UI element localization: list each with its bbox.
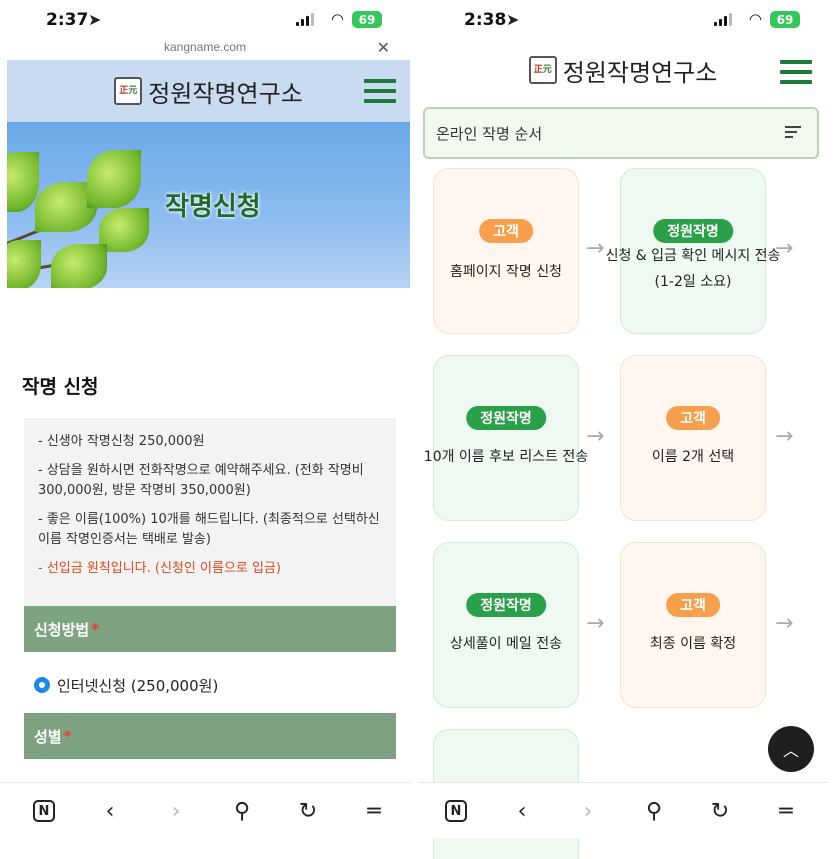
- notice-box: - 신생아 작명신청 250,000원 - 상담을 원하시면 전화작명으로 예약…: [24, 418, 396, 606]
- sort-icon[interactable]: [785, 123, 803, 141]
- close-icon[interactable]: ✕: [377, 38, 390, 57]
- menu-icon[interactable]: ═: [358, 795, 390, 827]
- forward-arrow-icon[interactable]: ›: [572, 795, 604, 827]
- arrow-right-icon: →: [775, 611, 794, 636]
- step-badge: 정원작명: [466, 593, 546, 617]
- left-screen: 2:37 ➤ ◠ 69 kangname.com ✕ 正元 정원작명연구소 작명…: [0, 0, 410, 859]
- notice-line: - 좋은 이름(100%) 10개를 해드립니다. (최종적으로 선택하신 이름…: [38, 512, 380, 547]
- back-arrow-icon[interactable]: ‹: [506, 795, 538, 827]
- step-badge: 고객: [666, 593, 720, 617]
- step-card: 고객 최종 이름 확정: [620, 542, 766, 708]
- step-text: 최종 이름 확정: [649, 636, 737, 652]
- method-label: 신청방법: [34, 620, 90, 639]
- leaf-decoration: [7, 152, 39, 212]
- status-time: 2:38: [464, 10, 507, 30]
- reload-icon[interactable]: ↻: [704, 795, 736, 827]
- wifi-icon: ◠: [330, 10, 344, 28]
- steps-header[interactable]: 온라인 작명 순서: [423, 107, 819, 159]
- required-mark: *: [63, 727, 72, 745]
- wifi-icon: ◠: [748, 10, 762, 28]
- notice-line: - 상담을 원하시면 전화작명으로 예약해주세요. (전화 작명비 300,00…: [38, 463, 364, 498]
- scroll-to-top-button[interactable]: ︿: [768, 726, 814, 772]
- leaf-decoration: [87, 150, 141, 208]
- status-time: 2:37: [46, 10, 89, 30]
- menu-icon[interactable]: ═: [770, 795, 802, 827]
- step-badge: 고객: [479, 219, 533, 243]
- browser-toolbar: N ‹ › ⚲ ↻ ═: [418, 782, 828, 838]
- battery-indicator: 69: [770, 11, 800, 28]
- search-icon[interactable]: ⚲: [226, 795, 258, 827]
- notice-line-warning: - 선입금 원칙입니다. (신청인 이름으로 입금): [38, 561, 281, 576]
- logo-icon[interactable]: 正元: [114, 77, 143, 105]
- browser-toolbar: N ‹ › ⚲ ↻ ═: [0, 782, 410, 838]
- step-text: 신청 & 입금 확인 메시지 전송 (1-2일 소요): [605, 248, 781, 290]
- naver-home-button[interactable]: N: [440, 795, 472, 827]
- radio-button[interactable]: [34, 677, 50, 693]
- hamburger-menu-icon[interactable]: [780, 60, 812, 84]
- location-arrow-icon: ➤: [88, 10, 102, 29]
- reload-icon[interactable]: ↻: [292, 795, 324, 827]
- step-badge: 고객: [666, 406, 720, 430]
- url-bar[interactable]: kangname.com ✕: [0, 38, 410, 60]
- hamburger-menu-icon[interactable]: [364, 79, 396, 103]
- leaf-decoration: [7, 240, 41, 288]
- site-header: 正元 정원작명연구소: [418, 38, 828, 102]
- method-option-label[interactable]: 인터넷신청 (250,000원): [57, 675, 218, 696]
- search-icon[interactable]: ⚲: [638, 795, 670, 827]
- step-card: 정원작명 상세풀이 메일 전송: [433, 542, 579, 708]
- forward-arrow-icon[interactable]: ›: [160, 795, 192, 827]
- hero-banner: 작명신청: [7, 122, 410, 288]
- section-title: 작명 신청: [22, 376, 99, 398]
- gender-label: 성별: [34, 727, 62, 746]
- logo-icon[interactable]: 正元: [528, 56, 557, 84]
- naver-home-button[interactable]: N: [28, 795, 60, 827]
- site-brand[interactable]: 정원작명연구소: [148, 74, 303, 109]
- signal-icon: [296, 13, 314, 26]
- step-text: 이름 2개 선택: [651, 449, 735, 465]
- leaf-decoration: [51, 244, 107, 288]
- site-brand[interactable]: 정원작명연구소: [563, 53, 718, 88]
- arrow-right-icon: →: [775, 236, 794, 261]
- status-bar: 2:37 ➤ ◠ 69: [0, 0, 410, 38]
- notice-line: - 신생아 작명신청 250,000원: [38, 434, 205, 449]
- gender-label-bar: 성별 *: [24, 713, 396, 759]
- step-card: 정원작명 10개 이름 후보 리스트 전송: [424, 355, 588, 521]
- back-arrow-icon[interactable]: ‹: [94, 795, 126, 827]
- url-text: kangname.com: [163, 40, 247, 54]
- signal-icon: [714, 13, 732, 26]
- arrow-right-icon: →: [775, 424, 794, 449]
- site-header: 正元 정원작명연구소: [7, 60, 410, 122]
- step-badge: 정원작명: [466, 406, 546, 430]
- status-bar: 2:38 ➤ ◠ 69: [418, 0, 828, 38]
- step-card: 고객 이름 2개 선택: [620, 355, 766, 521]
- step-text: 홈페이지 작명 신청: [450, 264, 562, 280]
- right-screen: 2:38 ➤ ◠ 69 正元 정원작명연구소 온라인 작명 순서 고객 홈페이지…: [418, 0, 828, 859]
- step-badge: 정원작명: [653, 219, 733, 243]
- location-arrow-icon: ➤: [506, 10, 520, 29]
- step-card: 고객 홈페이지 작명 신청: [433, 168, 579, 334]
- method-label-bar: 신청방법 *: [24, 606, 396, 652]
- steps-title: 온라인 작명 순서: [436, 124, 543, 143]
- required-mark: *: [91, 620, 100, 638]
- method-option-row[interactable]: 인터넷신청 (250,000원): [24, 664, 396, 706]
- battery-indicator: 69: [352, 11, 382, 28]
- step-card: 정원작명 신청 & 입금 확인 메시지 전송 (1-2일 소요): [606, 168, 780, 334]
- hero-title: 작명신청: [165, 192, 261, 222]
